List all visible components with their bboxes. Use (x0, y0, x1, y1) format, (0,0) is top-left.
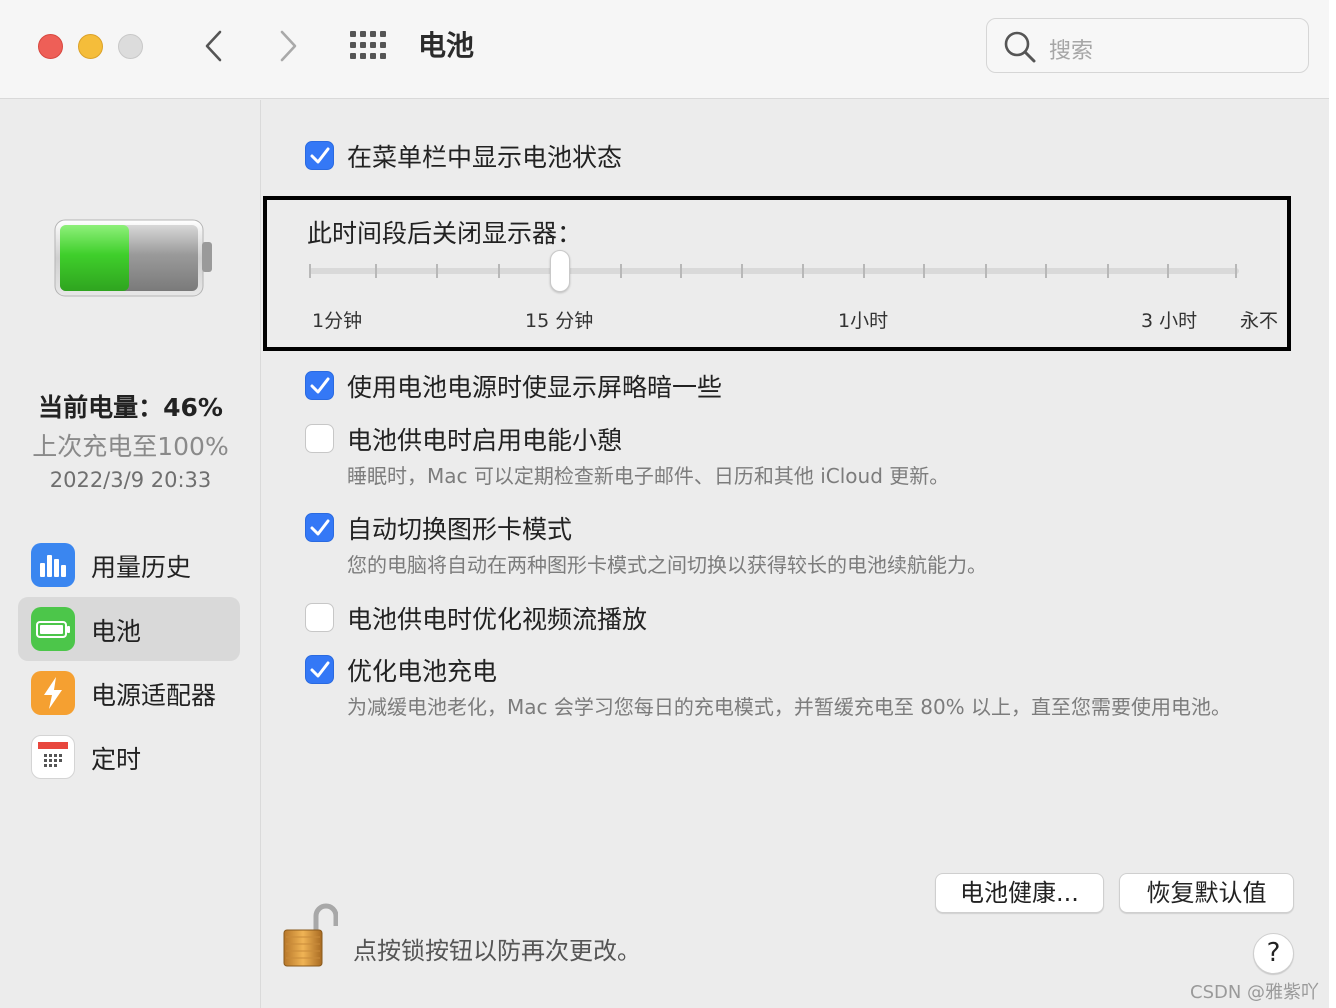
last-charged-time: 2022/3/9 20:33 (49, 468, 212, 492)
slider-label-3-hours: 3 小时 (1141, 310, 1198, 332)
checkbox-checked[interactable] (305, 655, 334, 684)
last-charged-text: 上次充电至100% (32, 432, 229, 461)
chevron-left-icon (205, 30, 222, 62)
option-description: 睡眠时，Mac 可以定期检查新电子邮件、日历和其他 iCloud 更新。 (347, 464, 950, 488)
title-bar: 电池 搜索 (0, 0, 1336, 99)
sidebar-item-label: 用量历史 (91, 553, 192, 582)
schedule-icon (31, 735, 75, 779)
battery-health-button[interactable]: 电池健康... (935, 873, 1104, 913)
slider-tick (1235, 264, 1237, 278)
window-title: 电池 (418, 29, 475, 62)
current-charge-text: 当前电量：46% (38, 393, 223, 422)
slider-tick (1167, 264, 1169, 278)
checkbox-checked[interactable] (305, 513, 334, 542)
slider-tick (498, 264, 500, 278)
search-icon (1004, 31, 1036, 63)
checkbox-unchecked[interactable] (305, 603, 334, 632)
option-label: 电池供电时启用电能小憩 (347, 426, 623, 455)
slider-track[interactable] (309, 268, 1239, 274)
slider-tick (802, 264, 804, 278)
option-label: 电池供电时优化视频流播放 (347, 605, 648, 634)
back-button[interactable] (196, 28, 232, 64)
checkmark-icon (310, 661, 330, 678)
checkbox-checked[interactable] (305, 141, 334, 170)
sidebar-item-label: 电源适配器 (91, 681, 217, 710)
slider-label-never: 永不 (1240, 310, 1279, 332)
sidebar-item-schedule[interactable]: 定时 (18, 725, 240, 789)
slider-tick (375, 264, 377, 278)
slider-label-1-hour: 1小时 (838, 310, 889, 332)
slider-tick (309, 264, 311, 278)
lock-message: 点按锁按钮以防再次更改。 (353, 937, 641, 965)
lock-icon[interactable] (282, 902, 338, 968)
power-adapter-icon (31, 671, 75, 715)
checkbox-unchecked[interactable] (305, 424, 334, 453)
sidebar-item-power-adapter[interactable]: 电源适配器 (18, 661, 240, 725)
checkmark-icon (310, 377, 330, 394)
slider-tick (620, 264, 622, 278)
sidebar-item-battery[interactable]: 电池 (18, 597, 240, 661)
zoom-button[interactable] (118, 34, 143, 59)
restore-defaults-button[interactable]: 恢复默认值 (1119, 873, 1294, 913)
slider-tick (863, 264, 865, 278)
battery-level-icon (54, 219, 212, 297)
sidebar: 当前电量：46% 上次充电至100% 2022/3/9 20:33 用量历史 电… (0, 100, 261, 1008)
option-description: 为减缓电池老化，Mac 会学习您每日的充电模式，并暂缓充电至 80% 以上，直至… (347, 695, 1232, 719)
option-description: 您的电脑将自动在两种图形卡模式之间切换以获得较长的电池续航能力。 (347, 553, 987, 577)
slider-tick (741, 264, 743, 278)
sidebar-item-usage-history[interactable]: 用量历史 (18, 533, 240, 597)
watermark: CSDN @雅紫吖 (1190, 982, 1320, 1003)
option-label: 在菜单栏中显示电池状态 (347, 143, 623, 172)
slider-label-15-min: 15 分钟 (525, 310, 594, 332)
slider-tick (436, 264, 438, 278)
slider-label-1-min: 1分钟 (312, 310, 363, 332)
window-edge (1329, 0, 1336, 1008)
display-off-slider-group: 此时间段后关闭显示器： 1分钟 15 分钟 1小时 3 小时 永不 (263, 196, 1291, 351)
slider-tick (1045, 264, 1047, 278)
battery-icon (31, 607, 75, 651)
close-button[interactable] (38, 34, 63, 59)
sidebar-item-label: 电池 (91, 617, 142, 646)
checkmark-icon (310, 147, 330, 164)
usage-history-icon (31, 543, 75, 587)
option-label: 自动切换图形卡模式 (347, 515, 573, 544)
checkbox-checked[interactable] (305, 371, 334, 400)
sidebar-item-label: 定时 (91, 745, 142, 774)
slider-tick (985, 264, 987, 278)
slider-tick (923, 264, 925, 278)
slider-tick (680, 264, 682, 278)
slider-thumb[interactable] (550, 250, 570, 292)
chevron-right-icon (280, 30, 297, 62)
forward-button[interactable] (270, 28, 306, 64)
search-field[interactable]: 搜索 (986, 18, 1309, 73)
checkmark-icon (310, 519, 330, 536)
search-placeholder: 搜索 (1049, 39, 1094, 64)
slider-title: 此时间段后关闭显示器： (307, 219, 583, 248)
option-label: 使用电池电源时使显示屏略暗一些 (347, 373, 723, 402)
option-label: 优化电池充电 (347, 657, 498, 686)
help-button[interactable]: ? (1253, 933, 1294, 974)
slider-tick (1107, 264, 1109, 278)
show-all-grid-icon[interactable] (349, 30, 387, 60)
minimize-button[interactable] (78, 34, 103, 59)
